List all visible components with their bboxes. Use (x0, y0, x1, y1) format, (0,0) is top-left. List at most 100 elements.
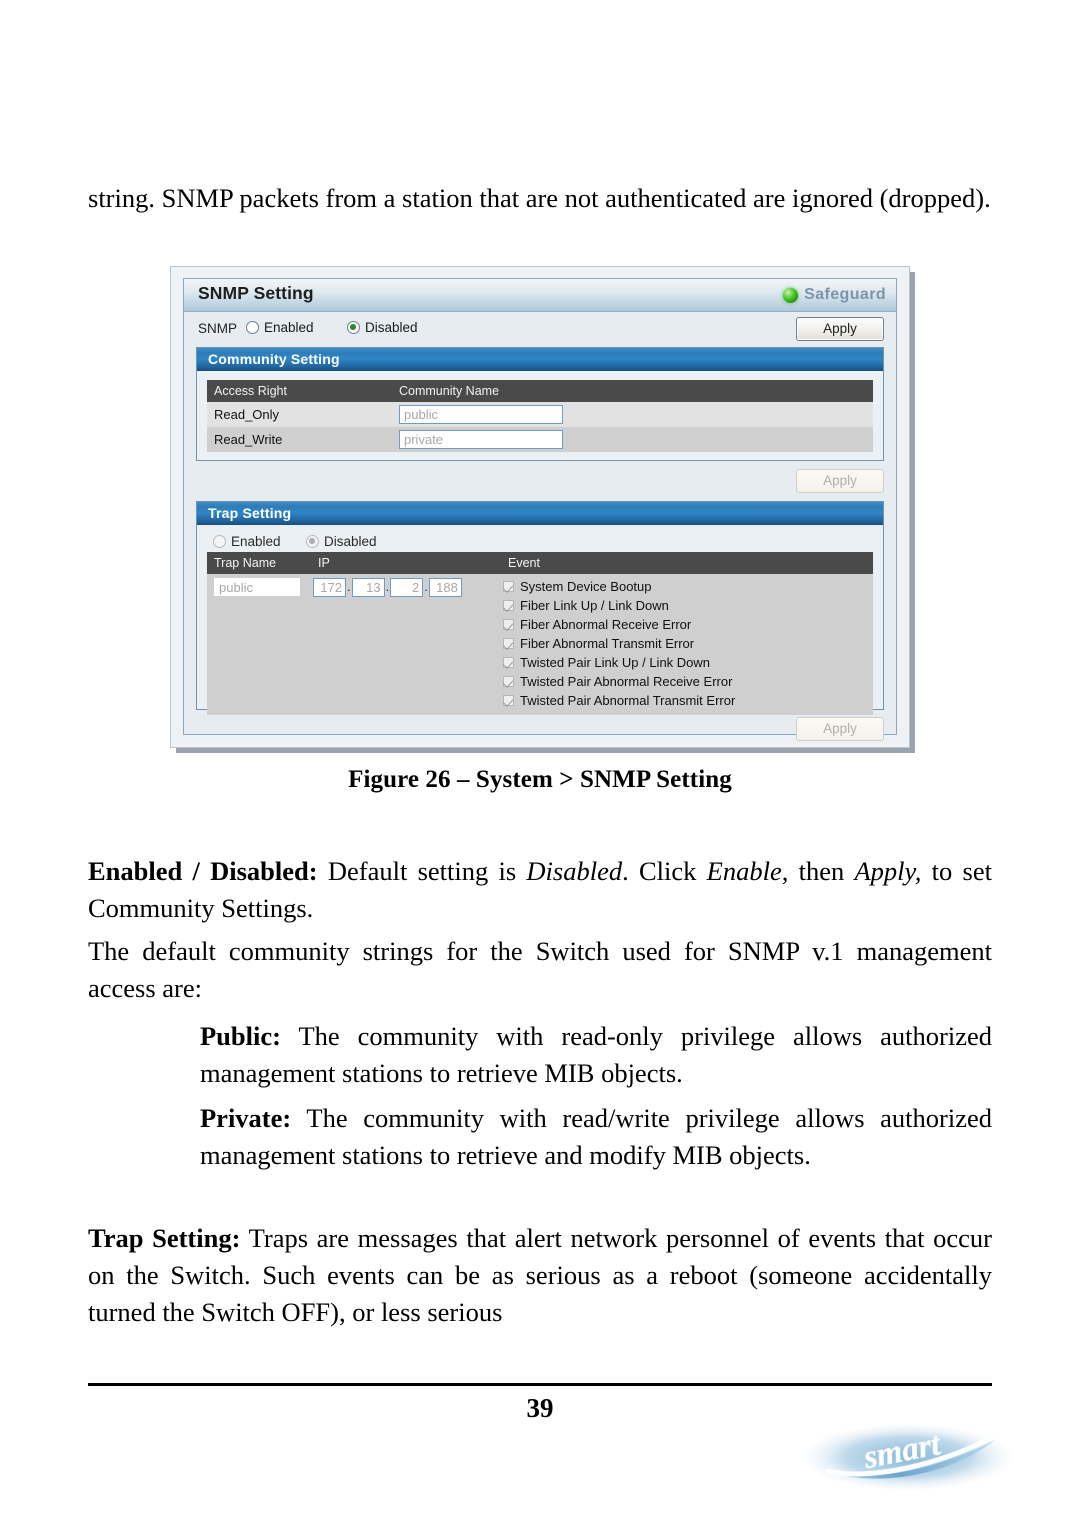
community-name-cell-read-only: public (392, 402, 873, 427)
event-checkbox-row[interactable]: Twisted Pair Abnormal Transmit Error (503, 691, 873, 710)
snmp-radio-enabled[interactable]: Enabled (246, 320, 314, 335)
table-row: Read_Only public (207, 402, 873, 427)
trap-radio-disabled-label: Disabled (324, 534, 377, 549)
radio-icon-trap-enabled[interactable] (213, 535, 226, 548)
paragraph-public: Public: The community with read-only pri… (200, 1018, 992, 1092)
event-label: Twisted Pair Link Up / Link Down (520, 655, 711, 670)
ui-title-bar: SNMP Setting Safeguard (184, 279, 896, 312)
text-run: Default setting is (317, 856, 527, 886)
trap-name-cell: public (207, 574, 313, 715)
event-label: System Device Bootup (520, 579, 652, 594)
table-row: Read_Write private (207, 427, 873, 452)
community-name-input-read-write[interactable]: private (399, 430, 563, 449)
ip-octet-1-input[interactable]: 172 (313, 578, 346, 597)
event-checkbox-row[interactable]: Fiber Abnormal Transmit Error (503, 634, 873, 653)
community-setting-panel: Community Setting Access Right Community… (196, 347, 884, 461)
switch-web-ui: SNMP Setting Safeguard SNMP Enabled Disa… (183, 278, 897, 741)
col-ip: IP (313, 552, 503, 574)
figure-shadow-bottom (176, 748, 915, 753)
paragraph-private: Private: The community with read/write p… (200, 1100, 992, 1174)
community-panel-title: Community Setting (208, 351, 340, 367)
event-label: Fiber Link Up / Link Down (520, 598, 669, 613)
radio-icon-trap-disabled[interactable] (306, 535, 319, 548)
paragraph-private-lead: Private: (200, 1103, 292, 1133)
text-run-italic: Apply, (854, 856, 922, 886)
event-checkbox-row[interactable]: Fiber Abnormal Receive Error (503, 615, 873, 634)
page-title: SNMP Setting (198, 283, 314, 303)
trap-apply-button[interactable]: Apply (796, 717, 884, 741)
checkbox-icon-fiber-link-up-down[interactable] (503, 600, 514, 611)
paragraph-default-strings-text: The default community strings for the Sw… (88, 936, 992, 1003)
ip-octet-4-input[interactable]: 188 (428, 578, 462, 597)
ip-octet-2-input[interactable]: 13 (351, 578, 385, 597)
trap-setting-panel: Trap Setting Enabled Disabled Trap Name … (196, 501, 884, 715)
col-community-name: Community Name (392, 380, 873, 402)
radio-icon-enabled[interactable] (246, 321, 259, 334)
checkbox-icon-twisted-pair-abnormal-receive-error[interactable] (503, 676, 514, 687)
checkbox-icon-system-device-bootup[interactable] (503, 581, 514, 592)
trap-radio-enabled-label: Enabled (231, 534, 281, 549)
safeguard-led-icon (783, 287, 799, 303)
trap-name-input[interactable]: public (214, 578, 300, 597)
text-run: . Click (622, 856, 707, 886)
trap-radio-disabled[interactable]: Disabled (306, 534, 377, 549)
figure-outer-frame: SNMP Setting Safeguard SNMP Enabled Disa… (170, 266, 910, 748)
community-panel-header: Community Setting (197, 348, 883, 371)
ip-octet-3-input[interactable]: 2 (390, 578, 424, 597)
paragraph-intro: string. SNMP packets from a station that… (88, 180, 992, 217)
access-right-read-write: Read_Write (207, 427, 392, 452)
col-trap-name: Trap Name (207, 552, 313, 574)
text-run-italic: Disabled (526, 856, 623, 886)
text-run-italic: Enable, (706, 856, 789, 886)
event-label: Twisted Pair Abnormal Receive Error (520, 674, 733, 689)
community-name-cell-read-write: private (392, 427, 873, 452)
snmp-apply-button[interactable]: Apply (796, 317, 884, 341)
paragraph-default-strings: The default community strings for the Sw… (88, 933, 992, 1007)
community-panel-body: Access Right Community Name Read_Only pu… (197, 371, 883, 462)
event-checkbox-row[interactable]: System Device Bootup (503, 577, 873, 596)
checkbox-icon-twisted-pair-link-up-down[interactable] (503, 657, 514, 668)
trap-panel-header: Trap Setting (197, 502, 883, 525)
col-access-right: Access Right (207, 380, 392, 402)
paragraph-trap-setting-lead: Trap Setting: (88, 1223, 241, 1253)
paragraph-private-text: The community with read/write privilege … (200, 1103, 992, 1170)
footer-divider (88, 1383, 992, 1386)
trap-panel-body: Enabled Disabled Trap Name IP Event publ… (197, 525, 883, 723)
trap-table-header-row: Trap Name IP Event (207, 552, 873, 574)
paragraph-intro-text: string. SNMP packets from a station that… (88, 183, 991, 213)
trap-ip-cell: 172. 13. 2. 188 (313, 574, 503, 715)
paragraph-public-text: The community with read-only privilege a… (200, 1021, 992, 1088)
community-apply-button[interactable]: Apply (796, 469, 884, 493)
community-name-input-read-only[interactable]: public (399, 405, 563, 424)
safeguard-label: Safeguard (804, 286, 886, 303)
paragraph-public-lead: Public: (200, 1021, 281, 1051)
event-checkbox-row[interactable]: Twisted Pair Link Up / Link Down (503, 653, 873, 672)
trap-row: public 172. 13. 2. 188 System Device Bootup (207, 574, 873, 715)
snmp-enable-row: SNMP Enabled Disabled (184, 317, 896, 343)
event-label: Fiber Abnormal Transmit Error (520, 636, 695, 651)
trap-radio-enabled[interactable]: Enabled (213, 534, 281, 549)
figure-caption: Figure 26 – System > SNMP Setting (348, 766, 732, 793)
trap-enable-row: Enabled Disabled (207, 532, 873, 552)
trap-panel-title: Trap Setting (208, 505, 292, 521)
radio-icon-disabled[interactable] (347, 321, 360, 334)
event-label: Fiber Abnormal Receive Error (520, 617, 692, 632)
trap-table-header: Trap Name IP Event (207, 552, 873, 574)
snmp-radio-disabled[interactable]: Disabled (347, 320, 418, 335)
safeguard-indicator: Safeguard (783, 286, 886, 304)
figure-shadow-right (910, 272, 915, 748)
checkbox-icon-twisted-pair-abnormal-transmit-error[interactable] (503, 695, 514, 706)
checkbox-icon-fiber-abnormal-receive-error[interactable] (503, 619, 514, 630)
figure-snmp-setting: SNMP Setting Safeguard SNMP Enabled Disa… (170, 266, 915, 753)
text-run: then (788, 856, 855, 886)
snmp-radio-enabled-label: Enabled (264, 320, 314, 335)
community-table: Access Right Community Name Read_Only pu… (207, 380, 873, 452)
event-checkbox-row[interactable]: Twisted Pair Abnormal Receive Error (503, 672, 873, 691)
paragraph-trap-setting: Trap Setting: Traps are messages that al… (88, 1220, 992, 1331)
event-checkbox-row[interactable]: Fiber Link Up / Link Down (503, 596, 873, 615)
col-event: Event (503, 552, 873, 574)
document-page: string. SNMP packets from a station that… (0, 0, 1080, 1527)
access-right-read-only: Read_Only (207, 402, 392, 427)
trap-event-list: System Device Bootup Fiber Link Up / Lin… (503, 574, 873, 715)
checkbox-icon-fiber-abnormal-transmit-error[interactable] (503, 638, 514, 649)
